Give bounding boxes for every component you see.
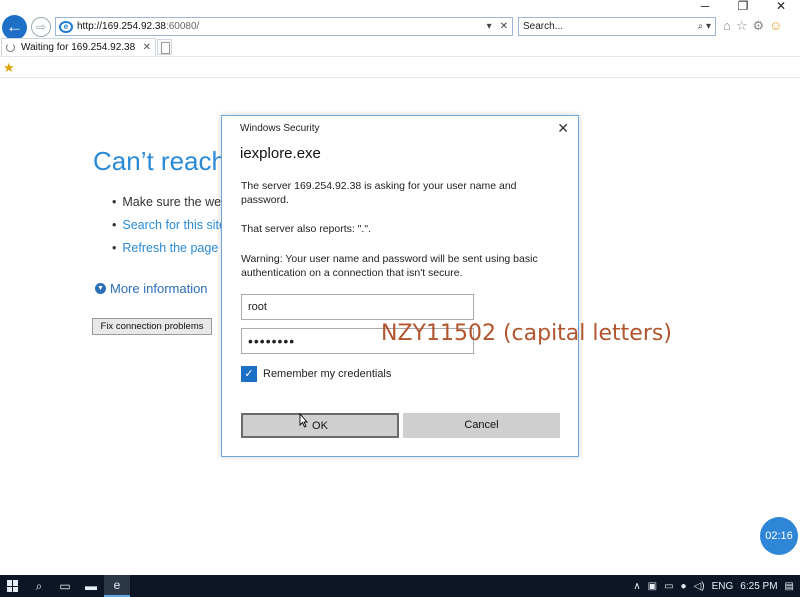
dialog-app-name: iexplore.exe xyxy=(240,145,321,162)
username-field[interactable]: root xyxy=(241,294,474,320)
dialog-close-icon[interactable]: ✕ xyxy=(557,120,569,137)
window-controls: ─ ❐ ✕ xyxy=(686,0,800,14)
search-taskbar-icon[interactable]: ⌕ xyxy=(26,575,52,597)
dialog-server-reports: That server also reports: ".". xyxy=(241,223,371,235)
toolbar-icons: ⌂ ☆ ⚙ ☺ xyxy=(723,18,782,34)
new-tab-button[interactable] xyxy=(157,39,172,55)
remember-label: Remember my credentials xyxy=(263,368,392,380)
url-port: :60080/ xyxy=(165,21,200,32)
search-placeholder: Search... xyxy=(523,21,564,32)
address-dropdown-icon[interactable]: ▾ xyxy=(487,21,492,32)
feedback-smiley-icon[interactable]: ☺ xyxy=(769,18,782,34)
cancel-button[interactable]: Cancel xyxy=(403,413,560,438)
favorites-bar: ★ xyxy=(0,56,800,78)
search-box[interactable]: Search... ⌕ ▾ xyxy=(518,17,716,36)
address-tools: ▾ ✕ xyxy=(487,21,512,32)
search-icon[interactable]: ⌕ ▾ xyxy=(698,21,715,32)
task-view-icon[interactable]: ▭ xyxy=(52,575,78,597)
gear-icon[interactable]: ⚙ xyxy=(753,18,765,34)
tab-close-icon[interactable]: ✕ xyxy=(143,42,155,53)
mouse-cursor-icon xyxy=(299,413,308,428)
password-hint-overlay: NZY11502 (capital letters) xyxy=(381,321,672,346)
fix-connection-button[interactable]: Fix connection problems xyxy=(92,318,212,335)
dialog-caption: Windows Security xyxy=(240,123,320,134)
ok-button[interactable]: OK xyxy=(241,413,399,438)
remember-credentials-row[interactable]: ✓ Remember my credentials xyxy=(241,366,391,382)
close-window-button[interactable]: ✕ xyxy=(762,0,800,14)
system-tray: ∧ ▣ ▭ ● ◁) ENG 6:25 PM ▤ xyxy=(633,581,800,592)
network-icon[interactable]: ▣ xyxy=(648,581,657,592)
windows-logo-icon xyxy=(7,580,19,592)
forward-button[interactable]: ⇨ xyxy=(31,17,51,37)
recording-timer: 02:16 xyxy=(760,517,798,555)
chevron-down-icon: ▼ xyxy=(95,283,106,294)
taskbar: ⌕ ▭ ▬ e ∧ ▣ ▭ ● ◁) ENG 6:25 PM ▤ xyxy=(0,575,800,597)
tray-expand-icon[interactable]: ∧ xyxy=(633,581,640,592)
tab-title: Waiting for 169.254.92.38 xyxy=(21,42,136,53)
dialog-server-message: The server 169.254.92.38 is asking for y… xyxy=(241,180,517,206)
home-icon[interactable]: ⌂ xyxy=(723,18,731,34)
add-favorites-icon[interactable]: ★ xyxy=(3,60,15,76)
stop-icon[interactable]: ✕ xyxy=(500,21,508,32)
favorites-star-icon[interactable]: ☆ xyxy=(736,18,748,34)
minimize-button[interactable]: ─ xyxy=(686,0,724,14)
language-indicator[interactable]: ENG xyxy=(712,581,734,592)
more-information-label: More information xyxy=(110,281,208,296)
restore-button[interactable]: ❐ xyxy=(724,0,762,14)
browser-chrome: ─ ❐ ✕ ← ⇨ e http://169.254.92.38 :60080/… xyxy=(0,0,800,80)
volume-icon[interactable]: ◁) xyxy=(694,581,705,592)
url-host: http://169.254.92.38 xyxy=(77,21,166,32)
remember-checkbox[interactable]: ✓ xyxy=(241,366,257,382)
microphone-icon[interactable]: ● xyxy=(681,581,687,592)
dialog-warning: Warning: Your user name and password wil… xyxy=(241,253,538,279)
credentials-dialog: Windows Security ✕ iexplore.exe The serv… xyxy=(221,115,579,457)
tab-active[interactable]: Waiting for 169.254.92.38 ✕ xyxy=(1,38,156,56)
more-information-toggle[interactable]: ▼ More information xyxy=(95,281,208,296)
ie-icon: e xyxy=(59,20,73,33)
file-explorer-icon[interactable]: ▬ xyxy=(78,575,104,597)
clock[interactable]: 6:25 PM xyxy=(740,581,777,592)
screen: ─ ❐ ✕ ← ⇨ e http://169.254.92.38 :60080/… xyxy=(0,0,800,597)
start-button[interactable] xyxy=(0,575,26,597)
battery-icon[interactable]: ▭ xyxy=(664,581,673,592)
loading-spinner-icon xyxy=(6,43,15,52)
action-center-icon[interactable]: ▤ xyxy=(785,581,794,592)
internet-explorer-taskbar-icon[interactable]: e xyxy=(104,575,130,597)
address-bar[interactable]: e http://169.254.92.38 :60080/ ▾ ✕ xyxy=(55,17,513,36)
back-button[interactable]: ← xyxy=(2,15,27,40)
